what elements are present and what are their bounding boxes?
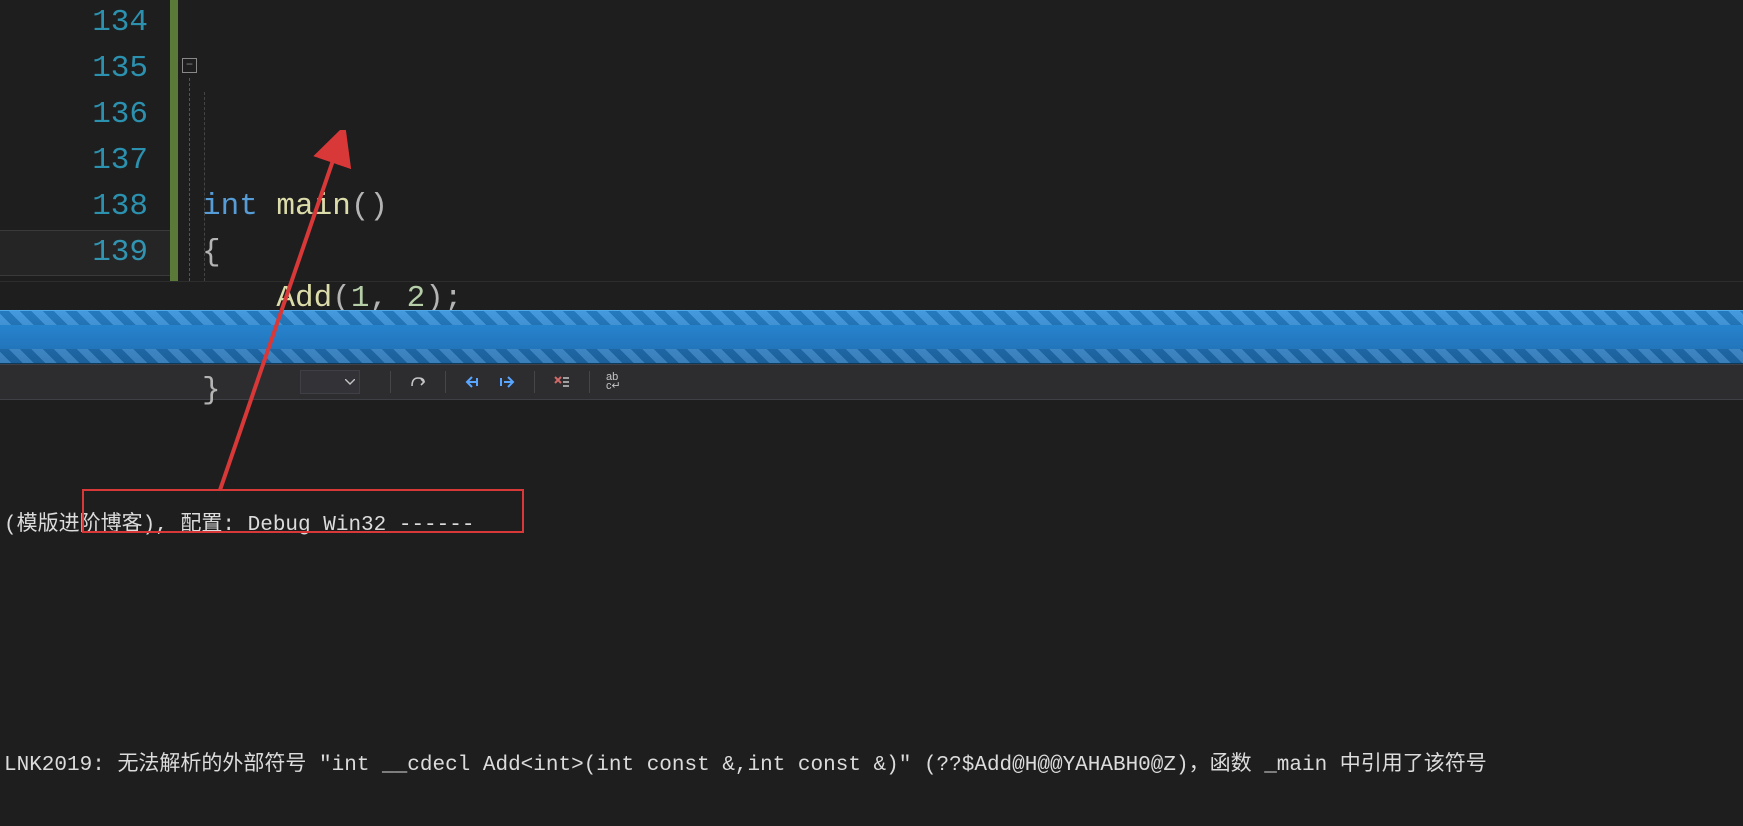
- output-panel[interactable]: (模版进阶博客), 配置: Debug Win32 ------ LNK2019…: [0, 400, 1743, 610]
- line-number: 138: [0, 184, 148, 230]
- code-content[interactable]: int main(){ Add(1, 2); func(1, 2);}: [198, 0, 1743, 281]
- line-number-gutter: 134135136137138139: [0, 0, 170, 281]
- fold-column[interactable]: −: [170, 0, 198, 281]
- code-line[interactable]: }: [198, 368, 1743, 414]
- line-number: 137: [0, 138, 148, 184]
- line-number: 136: [0, 92, 148, 138]
- output-error-line: LNK2019: 无法解析的外部符号 "int __cdecl Add<int>…: [4, 746, 1739, 786]
- fold-toggle-icon[interactable]: −: [182, 58, 197, 73]
- code-line[interactable]: [198, 138, 1743, 184]
- panel-divider[interactable]: [0, 310, 1743, 364]
- line-number: 135: [0, 46, 148, 92]
- code-editor[interactable]: 134135136137138139 − int main(){ Add(1, …: [0, 0, 1743, 282]
- code-line[interactable]: int main(): [198, 184, 1743, 230]
- line-number: 139: [0, 230, 148, 276]
- line-number: 134: [0, 0, 148, 46]
- code-line[interactable]: {: [198, 230, 1743, 276]
- output-line: [4, 626, 1739, 666]
- output-line: (模版进阶博客), 配置: Debug Win32 ------: [4, 506, 1739, 546]
